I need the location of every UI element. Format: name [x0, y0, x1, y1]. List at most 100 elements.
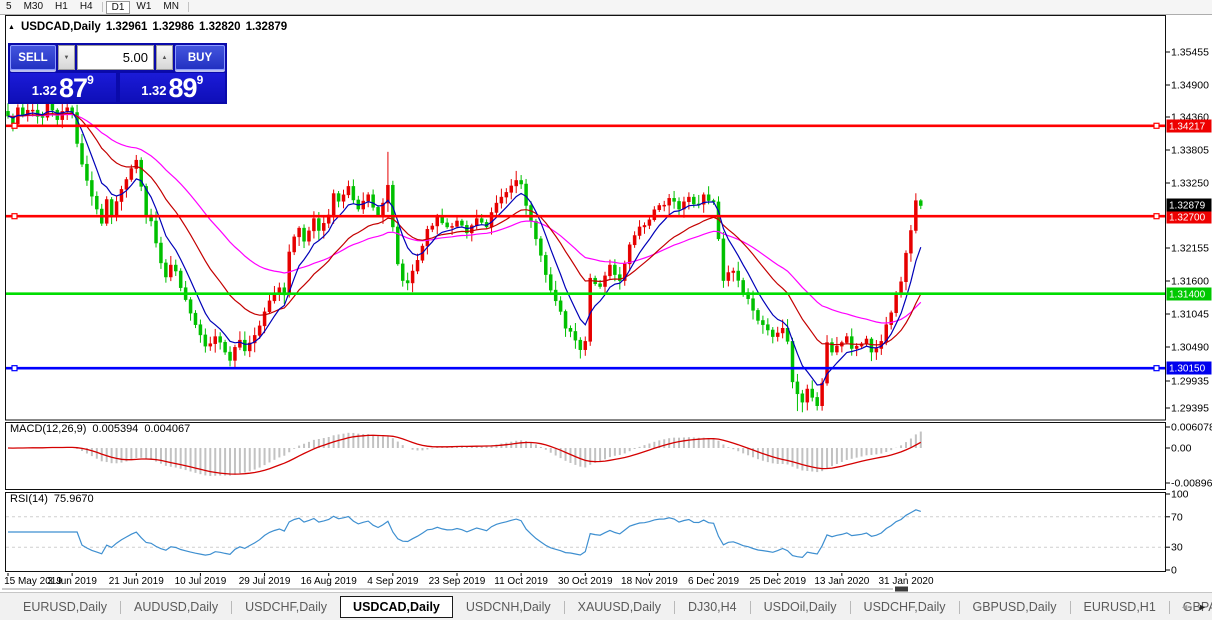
candle-body	[756, 310, 759, 320]
candle-body	[174, 265, 177, 271]
price-tick-label: 1.34900	[1171, 80, 1209, 92]
candle-body	[342, 195, 345, 201]
candle-body	[426, 229, 429, 246]
candle-body	[544, 255, 547, 274]
date-tick-label: 10 Jul 2019	[175, 576, 227, 587]
candle-body	[416, 260, 419, 271]
hscroll-thumb[interactable]	[895, 587, 908, 592]
rsi-tick-label: 70	[1171, 511, 1183, 523]
candle-body	[194, 313, 197, 325]
candle-body	[633, 236, 636, 245]
candle-body	[791, 341, 794, 382]
volume-decrease-button[interactable]: ▼	[58, 45, 75, 70]
candle-body	[105, 200, 108, 224]
candle-body	[95, 196, 98, 209]
rsi-tick-label: 0	[1171, 565, 1177, 577]
candle-body	[534, 221, 537, 239]
candle-body	[204, 335, 207, 346]
price-tick-label: 1.30490	[1171, 342, 1209, 354]
sell-price-box[interactable]: 1.32 87 9	[10, 73, 116, 102]
candle-body	[233, 347, 236, 360]
candle-body	[229, 352, 232, 360]
candle-body	[238, 340, 241, 347]
volume-input[interactable]: 5.00	[77, 45, 154, 70]
price-tag-label: 1.30150	[1169, 364, 1206, 375]
candle-body	[164, 263, 167, 277]
line-anchor-square	[1154, 214, 1159, 219]
ohlc-low: 1.32820	[199, 21, 241, 33]
macd-main-value: 0.005394	[92, 423, 138, 435]
candle-body	[298, 228, 301, 237]
candle-body	[495, 203, 498, 212]
buy-price-box[interactable]: 1.32 89 9	[120, 73, 226, 102]
candle-body	[21, 108, 24, 115]
candle-body	[120, 189, 123, 201]
candle-body	[599, 284, 602, 287]
date-tick-label: 6 Dec 2019	[688, 576, 740, 587]
candle-body	[475, 219, 478, 226]
candle-body	[352, 186, 355, 200]
price-tag-label: 1.31400	[1169, 290, 1206, 301]
price-tick-label: 1.33805	[1171, 145, 1209, 157]
candle-body	[293, 237, 296, 252]
candle-body	[796, 382, 799, 394]
candle-body	[515, 180, 518, 185]
candle-body	[727, 273, 730, 281]
candle-body	[835, 346, 838, 352]
date-tick-label: 18 Nov 2019	[621, 576, 678, 587]
candle-body	[367, 195, 370, 201]
ohlc-high: 1.32986	[152, 21, 194, 33]
date-tick-label: 4 Sep 2019	[367, 576, 419, 587]
candle-body	[673, 198, 676, 201]
candle-body	[347, 186, 350, 194]
candle-body	[564, 311, 567, 328]
candle-body	[455, 221, 458, 226]
candle-body	[737, 271, 740, 280]
date-tick-label: 23 Sep 2019	[429, 576, 486, 587]
candle-body	[411, 271, 414, 283]
rsi-tick-label: 30	[1171, 542, 1183, 554]
ohlc-close: 1.32879	[246, 21, 288, 33]
candle-body	[337, 194, 340, 202]
chart-symbol: USDCAD,Daily	[21, 21, 101, 33]
candle-body	[549, 275, 552, 290]
candle-body	[159, 243, 162, 263]
buy-button[interactable]: BUY	[175, 45, 225, 70]
candle-body	[263, 312, 266, 326]
buy-price-prefix: 1.32	[141, 81, 166, 101]
candle-body	[845, 337, 848, 343]
price-tick-label: 1.29395	[1171, 403, 1209, 415]
candle-body	[821, 383, 824, 406]
candle-body	[865, 339, 868, 344]
macd-tick-label: 0.006078	[1171, 422, 1212, 434]
candle-body	[7, 111, 10, 116]
rsi-value: 75.9670	[54, 493, 94, 505]
line-anchor-square	[1154, 123, 1159, 128]
candle-body	[752, 299, 755, 311]
candle-body	[613, 265, 616, 275]
candle-body	[525, 184, 528, 205]
candle-body	[806, 389, 809, 402]
candle-body	[31, 110, 34, 111]
candle-body	[801, 394, 804, 402]
candle-body	[776, 333, 779, 337]
candle-body	[406, 281, 409, 283]
candle-body	[268, 301, 271, 312]
candle-body	[189, 300, 192, 314]
price-tag-label: 1.32879	[1169, 201, 1206, 212]
candle-body	[322, 223, 325, 230]
date-tick-label: 11 Oct 2019	[494, 576, 548, 587]
candle-body	[648, 220, 651, 226]
candle-body	[312, 219, 315, 231]
candle-body	[155, 221, 158, 243]
date-tick-label: 25 Dec 2019	[749, 576, 806, 587]
candle-body	[258, 326, 261, 336]
candle-body	[919, 201, 922, 206]
volume-increase-button[interactable]: ▲	[156, 45, 173, 70]
sell-button[interactable]: SELL	[10, 45, 56, 70]
collapse-icon[interactable]: ▲	[8, 24, 15, 31]
candle-body	[574, 331, 577, 340]
candle-body	[169, 265, 172, 277]
candle-body	[816, 397, 819, 405]
candle-body	[904, 253, 907, 282]
